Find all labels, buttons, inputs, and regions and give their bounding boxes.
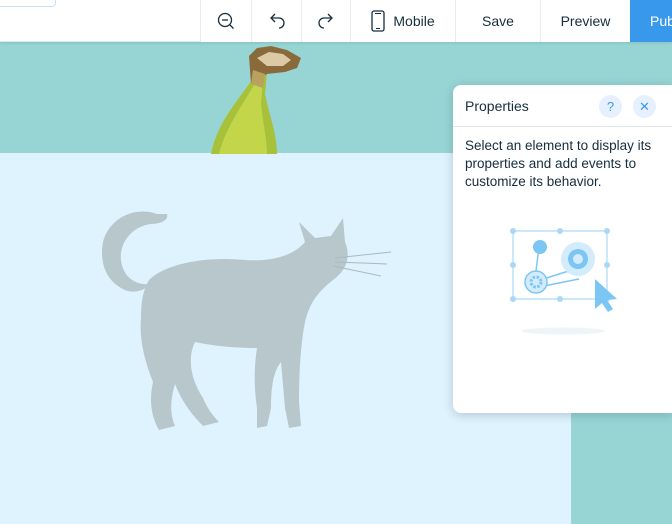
help-button[interactable]: ? (599, 95, 622, 118)
cat-image[interactable] (95, 202, 400, 437)
publish-label: Pub (650, 13, 672, 29)
help-icon: ? (606, 99, 615, 114)
undo-icon (268, 13, 286, 29)
close-icon: ✕ (639, 98, 650, 114)
mobile-label: Mobile (393, 13, 435, 29)
save-button[interactable]: Save (455, 0, 540, 42)
element-selection-illustration (499, 223, 629, 335)
left-tab-edge[interactable] (0, 0, 56, 7)
publish-button[interactable]: Pub (630, 0, 672, 42)
save-label: Save (482, 13, 514, 29)
properties-panel-header: Properties ? ✕ (453, 85, 672, 127)
preview-label: Preview (560, 13, 611, 29)
banana-image[interactable] (205, 44, 315, 154)
editor-top-bar: Mobile Save Preview Pub (0, 0, 672, 42)
redo-button[interactable] (301, 0, 350, 42)
properties-panel: Properties ? ✕ Select an element to disp… (453, 85, 672, 413)
redo-icon (317, 13, 335, 29)
zoom-out-icon (216, 11, 236, 31)
zoom-out-button[interactable] (200, 0, 251, 42)
mobile-icon (371, 10, 386, 32)
panel-description: Select an element to display its propert… (465, 138, 652, 189)
undo-button[interactable] (251, 0, 301, 42)
preview-button[interactable]: Preview (540, 0, 630, 42)
panel-title: Properties (465, 98, 529, 114)
close-button[interactable]: ✕ (633, 95, 656, 118)
mobile-button[interactable]: Mobile (350, 0, 455, 42)
